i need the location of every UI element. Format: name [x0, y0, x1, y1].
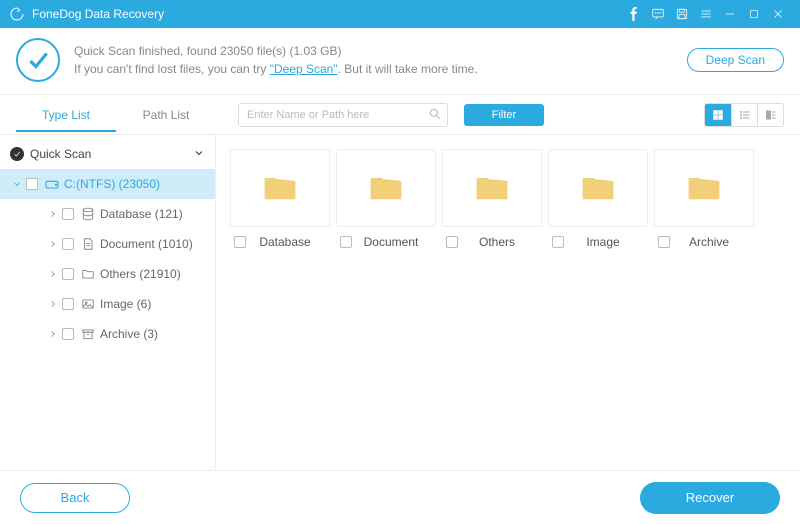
tree-label: Others (21910): [100, 267, 181, 281]
hint-prefix: If you can't find lost files, you can tr…: [74, 62, 270, 76]
image-icon: [80, 297, 96, 311]
tree-node-database[interactable]: Database (121): [0, 199, 215, 229]
scan-hint-text: If you can't find lost files, you can tr…: [74, 62, 687, 76]
complete-check-icon: [16, 38, 60, 82]
folder-icon: [654, 149, 754, 227]
tree-node-image[interactable]: Image (6): [0, 289, 215, 319]
archive-icon: [80, 327, 96, 341]
save-icon[interactable]: [670, 2, 694, 26]
sidebar-tree: Quick Scan C:(NTFS) (23050) Database (12…: [0, 135, 216, 470]
hint-suffix: . But it will take more time.: [338, 62, 478, 76]
checkbox[interactable]: [62, 208, 74, 220]
toolbar: Type List Path List Filter: [0, 95, 800, 135]
facebook-icon[interactable]: [622, 2, 646, 26]
tree-node-drive[interactable]: C:(NTFS) (23050): [0, 169, 215, 199]
document-icon: [80, 237, 96, 251]
tree-node-archive[interactable]: Archive (3): [0, 319, 215, 349]
folder-grid: Database Document Others Image Archive: [216, 135, 800, 470]
tree-label: Image (6): [100, 297, 151, 311]
tree-node-others[interactable]: Others (21910): [0, 259, 215, 289]
folder-icon: [548, 149, 648, 227]
maximize-icon[interactable]: [742, 2, 766, 26]
deep-scan-link[interactable]: "Deep Scan": [270, 62, 338, 76]
title-bar: FoneDog Data Recovery: [0, 0, 800, 28]
recover-button[interactable]: Recover: [640, 482, 780, 514]
checkbox[interactable]: [26, 178, 38, 190]
minimize-icon[interactable]: [718, 2, 742, 26]
scan-summary-text: Quick Scan finished, found 23050 file(s)…: [74, 44, 687, 58]
tree-label: Quick Scan: [30, 147, 91, 161]
grid-item-label: Archive: [664, 235, 754, 249]
checkbox[interactable]: [62, 268, 74, 280]
grid-item[interactable]: Image: [548, 149, 648, 249]
grid-item[interactable]: Database: [230, 149, 330, 249]
tree-label: Database (121): [100, 207, 183, 221]
back-button[interactable]: Back: [20, 483, 130, 513]
chevron-right-icon[interactable]: [46, 329, 60, 339]
grid-item-label: Database: [240, 235, 330, 249]
view-detail-button[interactable]: [757, 104, 783, 126]
folder-icon: [230, 149, 330, 227]
app-title: FoneDog Data Recovery: [32, 7, 164, 21]
drive-icon: [44, 176, 60, 192]
grid-item-label: Document: [346, 235, 436, 249]
app-logo-icon: [8, 5, 26, 23]
chevron-right-icon[interactable]: [46, 299, 60, 309]
scan-summary-panel: Quick Scan finished, found 23050 file(s)…: [0, 28, 800, 95]
checkbox[interactable]: [62, 328, 74, 340]
view-mode-group: [704, 103, 784, 127]
tab-type-list[interactable]: Type List: [16, 98, 116, 132]
search-input[interactable]: [238, 103, 448, 127]
filter-button[interactable]: Filter: [464, 104, 544, 126]
chevron-right-icon[interactable]: [46, 209, 60, 219]
deep-scan-button[interactable]: Deep Scan: [687, 48, 784, 72]
tree-node-document[interactable]: Document (1010): [0, 229, 215, 259]
chevron-down-icon[interactable]: [193, 147, 205, 162]
tree-label: Archive (3): [100, 327, 158, 341]
search-icon[interactable]: [428, 107, 442, 124]
chevron-right-icon[interactable]: [46, 239, 60, 249]
checkbox[interactable]: [62, 298, 74, 310]
grid-item[interactable]: Archive: [654, 149, 754, 249]
grid-item[interactable]: Others: [442, 149, 542, 249]
menu-icon[interactable]: [694, 2, 718, 26]
database-icon: [80, 207, 96, 221]
tab-path-list[interactable]: Path List: [116, 98, 216, 132]
folder-icon: [336, 149, 436, 227]
tree-label: Document (1010): [100, 237, 193, 251]
footer: Back Recover: [0, 470, 800, 524]
folder-icon: [80, 267, 96, 281]
view-grid-button[interactable]: [705, 104, 731, 126]
checkbox[interactable]: [62, 238, 74, 250]
close-icon[interactable]: [766, 2, 790, 26]
view-list-button[interactable]: [731, 104, 757, 126]
grid-item-label: Others: [452, 235, 542, 249]
folder-icon: [442, 149, 542, 227]
feedback-icon[interactable]: [646, 2, 670, 26]
tree-label: C:(NTFS) (23050): [64, 177, 160, 191]
chevron-down-icon[interactable]: [10, 179, 24, 189]
list-mode-tabs: Type List Path List: [16, 98, 216, 132]
status-check-icon: [10, 147, 24, 161]
grid-item-label: Image: [558, 235, 648, 249]
chevron-right-icon[interactable]: [46, 269, 60, 279]
tree-node-quick-scan[interactable]: Quick Scan: [0, 139, 215, 169]
grid-item[interactable]: Document: [336, 149, 436, 249]
